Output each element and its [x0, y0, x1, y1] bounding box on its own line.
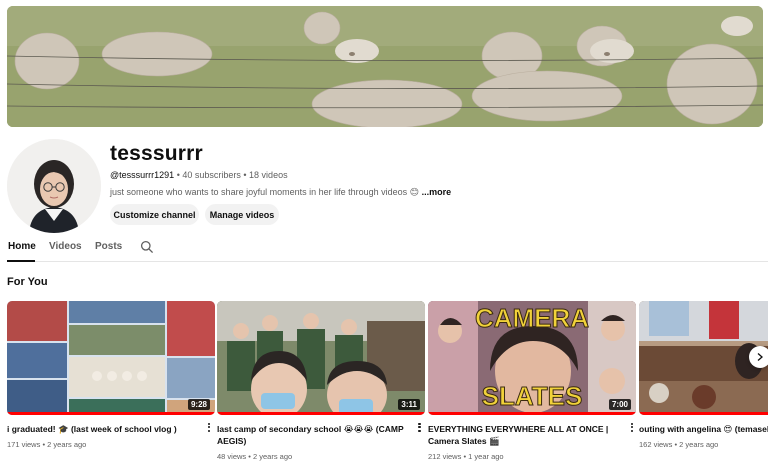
video-meta: 48 views • 2 years ago — [217, 452, 293, 461]
channel-handle: @tesssurrr1291 — [110, 170, 175, 180]
channel-avatar[interactable] — [7, 139, 101, 233]
active-tab-indicator — [7, 260, 35, 262]
video-meta: 171 views • 2 years ago — [7, 440, 87, 449]
video-thumbnail[interactable]: CAMERA SLATES 7:00 — [428, 301, 636, 415]
video-title[interactable]: EVERYTHING EVERYWHERE ALL AT ONCE | Came… — [428, 423, 624, 447]
tab-posts[interactable]: Posts — [95, 241, 122, 252]
channel-name: tesssurrr — [110, 142, 203, 165]
manage-videos-button[interactable]: Manage videos — [205, 204, 279, 225]
video-title[interactable]: i graduated! 🎓 (last week of school vlog… — [7, 423, 197, 435]
upload-age: 2 years ago — [252, 452, 293, 461]
customize-channel-button[interactable]: Customize channel — [110, 204, 199, 225]
upload-age: 2 years ago — [47, 440, 87, 449]
carousel-next-button[interactable] — [749, 346, 768, 368]
video-title[interactable]: outing with angelina 😍 (temasek — [639, 423, 768, 435]
view-count: 212 views — [428, 452, 462, 461]
chevron-right-icon — [757, 353, 763, 361]
video-thumbnail[interactable]: 3:11 — [217, 301, 425, 415]
video-duration: 7:00 — [608, 399, 631, 410]
view-count: 48 views — [217, 452, 247, 461]
upload-age: 1 year ago — [468, 452, 504, 461]
video-duration: 3:11 — [398, 399, 420, 410]
tab-home[interactable]: Home — [8, 241, 36, 252]
channel-banner — [7, 6, 763, 127]
video-meta: 212 views • 1 year ago — [428, 452, 504, 461]
channel-page: tesssurrr @tesssurrr1291 • 40 subscriber… — [0, 0, 768, 474]
more-options-icon[interactable] — [206, 422, 212, 434]
video-thumbnail[interactable]: 9:28 — [7, 301, 215, 415]
tab-videos[interactable]: Videos — [49, 241, 82, 252]
channel-tabs: Home Videos Posts — [7, 240, 768, 262]
video-meta: 162 views • 2 years ago — [639, 440, 719, 449]
video-count: 18 videos — [249, 170, 288, 180]
subscriber-count: 40 subscribers — [182, 170, 241, 180]
upload-age: 2 years ago — [679, 440, 719, 449]
watch-progress — [428, 412, 636, 415]
watch-progress — [7, 412, 215, 415]
video-duration: 9:28 — [187, 399, 210, 410]
thumb-camera-text: CAMERA — [475, 303, 589, 333]
search-icon[interactable] — [140, 240, 154, 254]
video-title[interactable]: last camp of secondary school 😭😭😭 (CAMP … — [217, 423, 407, 447]
more-link[interactable]: ...more — [422, 187, 452, 197]
thumb-slates-text: SLATES — [482, 381, 583, 411]
view-count: 162 views — [639, 440, 673, 449]
watch-progress — [639, 412, 768, 415]
description-text: just someone who wants to share joyful m… — [110, 187, 420, 197]
view-count: 171 views — [7, 440, 41, 449]
section-title: For You — [7, 276, 48, 288]
watch-progress — [217, 412, 425, 415]
channel-description[interactable]: just someone who wants to share joyful m… — [110, 187, 451, 198]
more-options-icon[interactable] — [417, 422, 423, 434]
channel-meta: @tesssurrr1291 • 40 subscribers • 18 vid… — [110, 170, 288, 180]
more-options-icon[interactable] — [629, 422, 635, 434]
